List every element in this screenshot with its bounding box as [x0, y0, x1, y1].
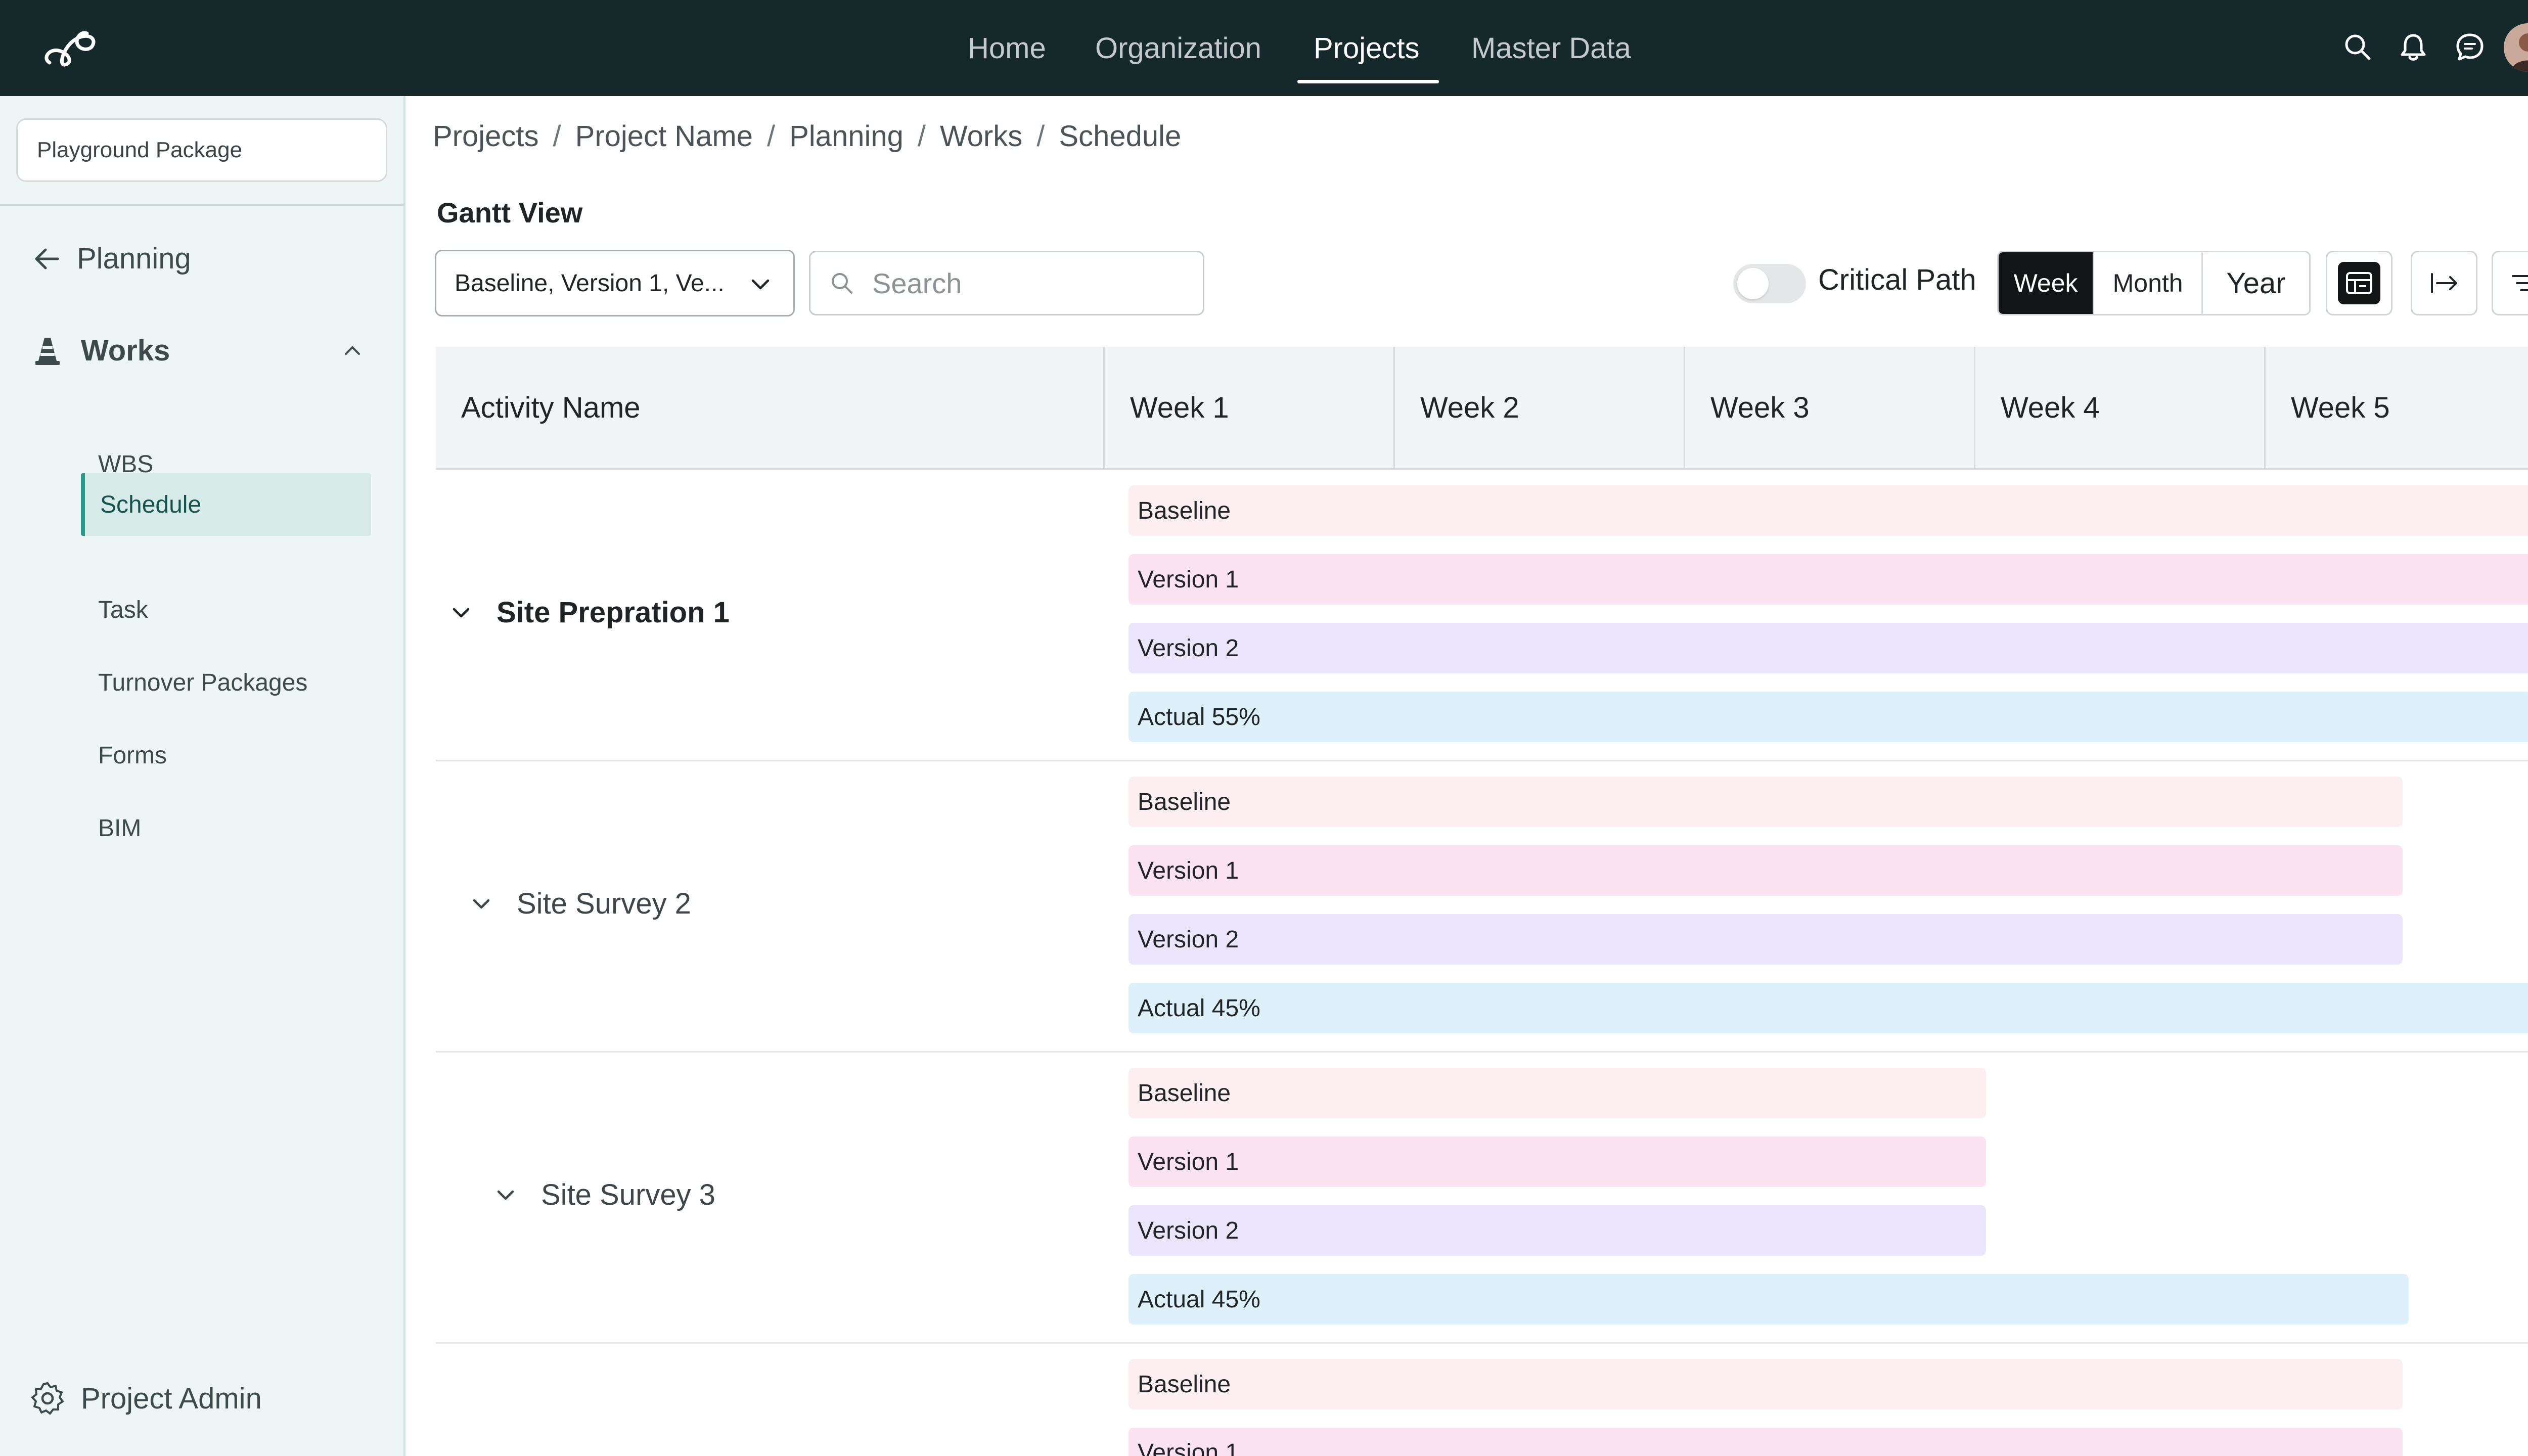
version-select[interactable]: Baseline, Version 1, Ve... [435, 250, 795, 316]
table-view-icon [2338, 262, 2380, 304]
search-icon[interactable] [2341, 30, 2374, 64]
gantt-table-header: Activity Name Week 1 Week 2 Week 3 Week … [436, 347, 2528, 470]
column-week-1: Week 1 [1103, 347, 1393, 468]
breadcrumb: Projects / Project Name / Planning / Works /… [433, 119, 1181, 153]
nav-active-indicator [1297, 80, 1439, 83]
user-avatar[interactable] [2504, 23, 2528, 72]
baseline-bar[interactable]: Baseline [1128, 485, 2528, 536]
sidebar-item-turnover-packages[interactable]: Turnover Packages [81, 651, 371, 714]
time-scale-switch: Week Month Year [1997, 251, 2311, 315]
column-week-4: Week 4 [1974, 347, 2264, 468]
chevron-up-icon [345, 346, 360, 355]
top-nav-bar: Home Organization Projects Master Data [0, 0, 2528, 96]
arrow-right-to-line-icon [2431, 273, 2457, 293]
sidebar-item-bim[interactable]: BIM [81, 797, 371, 859]
chevron-down-icon [473, 899, 490, 908]
version-2-bar[interactable]: Version 2 [1128, 914, 2403, 965]
column-week-2: Week 2 [1393, 347, 1684, 468]
search-icon [832, 273, 852, 294]
search-input[interactable] [871, 266, 1177, 300]
bell-icon[interactable] [2397, 30, 2430, 64]
critical-path-toggle[interactable] [1733, 264, 1806, 303]
breadcrumb-separator: / [553, 120, 561, 153]
column-week-3: Week 3 [1684, 347, 1974, 468]
scale-week-button[interactable]: Week [1999, 252, 2095, 314]
back-to-planning-link[interactable]: Planning [31, 242, 191, 276]
search-box [809, 251, 1204, 315]
filter-lines-icon [2512, 275, 2528, 291]
activity-row-toggle[interactable]: Site Prepration 1 [447, 596, 730, 629]
row-divider [436, 1342, 2528, 1344]
version-1-bar[interactable]: Version 1 [1128, 845, 2403, 896]
filter-button[interactable] [2492, 251, 2528, 315]
package-selector[interactable]: Playground Package [16, 118, 387, 182]
chevron-down-icon [497, 1190, 514, 1200]
back-label: Planning [77, 242, 191, 275]
baseline-bar[interactable]: Baseline [1128, 1359, 2403, 1409]
nav-organization[interactable]: Organization [1095, 0, 1261, 96]
page-title: Gantt View [437, 197, 583, 229]
project-admin-link[interactable]: Project Admin [29, 1380, 262, 1417]
nav-master-data[interactable]: Master Data [1471, 0, 1631, 96]
sidebar-item-forms[interactable]: Forms [81, 724, 371, 787]
breadcrumb-planning[interactable]: Planning [789, 119, 904, 153]
activity-row-toggle[interactable]: Site Survey 3 [491, 1178, 715, 1212]
breadcrumb-separator: / [917, 120, 926, 153]
scale-month-button[interactable]: Month [2094, 252, 2203, 314]
arrow-left-icon [35, 248, 59, 269]
version-select-value: Baseline, Version 1, Ve... [455, 269, 725, 297]
breadcrumb-projects[interactable]: Projects [433, 119, 539, 153]
breadcrumb-separator: / [766, 120, 776, 153]
sidebar-item-task[interactable]: Task [81, 578, 371, 641]
sidebar-item-schedule[interactable]: Schedule [81, 473, 371, 536]
toggle-knob [1737, 268, 1769, 299]
actual-bar[interactable]: Actual 55% [1128, 692, 2528, 742]
breadcrumb-project-name[interactable]: Project Name [575, 119, 753, 153]
breadcrumb-separator: / [1036, 120, 1045, 153]
version-1-bar[interactable]: Version 1 [1128, 1428, 2403, 1456]
chevron-down-icon [751, 279, 770, 290]
project-admin-label: Project Admin [81, 1382, 262, 1415]
breadcrumb-works[interactable]: Works [940, 119, 1022, 153]
version-2-bar[interactable]: Version 2 [1128, 1205, 1986, 1256]
actual-bar[interactable]: Actual 45% [1128, 983, 2528, 1033]
actual-bar[interactable]: Actual 45% [1128, 1274, 2409, 1325]
baseline-bar[interactable]: Baseline [1128, 1068, 1986, 1118]
chevron-down-icon [453, 608, 470, 617]
column-week-5: Week 5 [2264, 347, 2528, 468]
traffic-cone-icon [35, 337, 60, 365]
activity-name: Site Survey 2 [517, 887, 691, 920]
breadcrumb-schedule: Schedule [1059, 120, 1182, 153]
critical-path-label: Critical Path [1818, 263, 1976, 296]
chat-icon[interactable] [2453, 30, 2487, 64]
scroll-to-today-button[interactable] [2411, 251, 2477, 315]
gear-icon [31, 1382, 64, 1415]
works-label: Works [81, 334, 170, 367]
nav-home[interactable]: Home [968, 0, 1046, 96]
sidebar: Playground Package Planning Works WBS Sc… [0, 96, 405, 1456]
activity-row-toggle[interactable]: Site Survey 2 [467, 887, 691, 921]
row-divider [436, 760, 2528, 761]
scale-year-button[interactable]: Year [2203, 252, 2309, 314]
activity-name: Site Prepration 1 [496, 596, 730, 629]
row-divider [436, 1051, 2528, 1053]
works-section-toggle[interactable]: Works [31, 334, 360, 368]
activity-name: Site Survey 3 [541, 1178, 715, 1211]
version-1-bar[interactable]: Version 1 [1128, 554, 2528, 605]
version-1-bar[interactable]: Version 1 [1128, 1136, 1986, 1187]
version-2-bar[interactable]: Version 2 [1128, 623, 2528, 673]
sidebar-divider [0, 204, 403, 206]
app-logo-icon[interactable] [40, 22, 101, 73]
column-activity-name: Activity Name [461, 391, 641, 424]
view-mode-button[interactable] [2326, 251, 2392, 315]
baseline-bar[interactable]: Baseline [1128, 777, 2403, 827]
